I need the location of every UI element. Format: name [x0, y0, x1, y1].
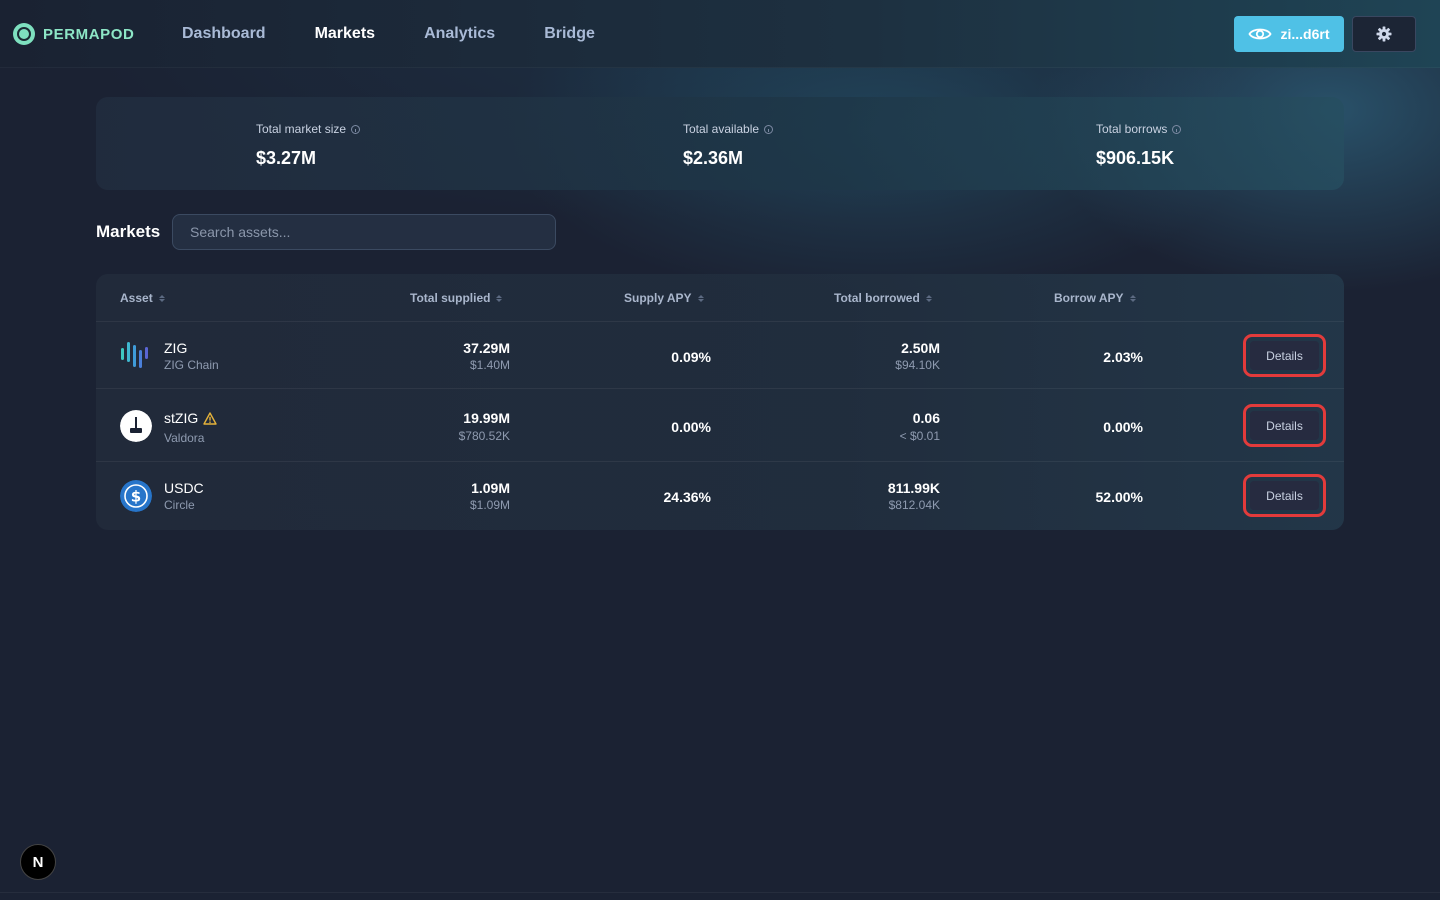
details-button[interactable]: Details	[1250, 411, 1319, 440]
stat-total-market-size: Total market size $3.27M	[256, 122, 361, 169]
column-borrow-apy[interactable]: Borrow APY	[1054, 291, 1136, 305]
dev-tools-badge[interactable]: N	[20, 844, 56, 880]
details-button[interactable]: Details	[1250, 481, 1319, 510]
zig-icon	[121, 342, 148, 368]
main-nav: Dashboard Markets Analytics Bridge	[182, 25, 644, 43]
stat-label: Total market size	[256, 122, 347, 136]
stzig-icon	[120, 410, 152, 442]
markets-heading: Markets	[96, 222, 161, 241]
wallet-button[interactable]: zi...d6rt	[1234, 16, 1344, 52]
info-icon[interactable]	[1172, 124, 1182, 134]
stat-value: $2.36M	[683, 148, 744, 168]
info-icon[interactable]	[764, 124, 774, 134]
eye-icon	[1248, 28, 1273, 40]
table-header: Asset Total supplied Supply APY Total bo…	[96, 274, 1344, 322]
supply-apy: 24.36%	[663, 489, 711, 505]
stat-label: Total borrows	[1096, 122, 1168, 136]
total-borrowed-usd: $94.10K	[895, 358, 940, 372]
column-supply-apy[interactable]: Supply APY	[624, 291, 704, 305]
table-row-stzig[interactable]: stZIG Valdora 19.99M $780.52K 0.00% 0.06…	[96, 389, 1344, 462]
footer-divider	[0, 892, 1440, 893]
market-stats-card: Total market size $3.27M Total available…	[96, 97, 1344, 190]
table-row-usdc[interactable]: $ USDC Circle 1.09M $1.09M 24.36% 811.99…	[96, 462, 1344, 530]
total-borrowed: 0.06	[912, 410, 940, 426]
total-supplied-usd: $1.09M	[469, 498, 510, 512]
nav-bridge[interactable]: Bridge	[544, 25, 595, 43]
nav-analytics[interactable]: Analytics	[424, 25, 495, 43]
total-borrowed: 2.50M	[901, 340, 940, 356]
wallet-address: zi...d6rt	[1280, 26, 1330, 42]
brand-name: PERMAPOD	[43, 25, 135, 43]
asset-symbol: ZIG	[164, 340, 188, 356]
details-highlight: Details	[1243, 334, 1326, 377]
settings-button[interactable]	[1352, 16, 1416, 52]
borrow-apy: 0.00%	[1103, 419, 1143, 435]
sort-icon	[158, 294, 165, 302]
top-navbar: PERMAPOD Dashboard Markets Analytics Bri…	[0, 0, 1440, 68]
stat-label: Total available	[683, 122, 760, 136]
warning-icon[interactable]	[203, 411, 217, 425]
details-button[interactable]: Details	[1250, 341, 1319, 370]
borrow-apy: 2.03%	[1103, 349, 1143, 365]
column-total-supplied[interactable]: Total supplied	[410, 291, 503, 305]
total-borrowed-usd: $812.04K	[888, 498, 940, 512]
stat-value: $3.27M	[256, 148, 317, 168]
total-supplied-usd: $1.40M	[469, 358, 510, 372]
nav-markets[interactable]: Markets	[315, 25, 375, 43]
total-borrowed-usd: < $0.01	[899, 429, 940, 443]
stat-total-available: Total available $2.36M	[683, 122, 774, 169]
sort-icon	[925, 294, 932, 302]
sort-icon	[697, 294, 704, 302]
table-row-zig[interactable]: ZIG ZIG Chain 37.29M $1.40M 0.09% 2.50M …	[96, 322, 1344, 389]
total-supplied: 37.29M	[463, 340, 510, 356]
info-icon[interactable]	[351, 124, 361, 134]
brand-logo[interactable]: PERMAPOD	[13, 23, 134, 45]
gear-icon	[1376, 26, 1392, 42]
supply-apy: 0.00%	[671, 419, 711, 435]
asset-name: Valdora	[164, 431, 205, 445]
asset-symbol: stZIG	[164, 410, 217, 426]
sort-icon	[1129, 294, 1136, 302]
asset-name: Circle	[164, 498, 195, 512]
sort-icon	[496, 294, 503, 302]
permapod-logo-icon	[13, 23, 35, 45]
total-supplied-usd: $780.52K	[458, 429, 510, 443]
asset-symbol: USDC	[164, 480, 204, 496]
column-total-borrowed[interactable]: Total borrowed	[834, 291, 932, 305]
stat-total-borrows: Total borrows $906.15K	[1096, 122, 1182, 169]
stat-value: $906.15K	[1096, 148, 1175, 168]
total-supplied: 1.09M	[471, 480, 510, 496]
nav-dashboard[interactable]: Dashboard	[182, 25, 266, 43]
column-asset[interactable]: Asset	[120, 291, 165, 305]
asset-name: ZIG Chain	[164, 358, 219, 372]
usdc-icon: $	[120, 480, 152, 512]
total-supplied: 19.99M	[463, 410, 510, 426]
details-highlight: Details	[1243, 474, 1326, 517]
svg-text:$: $	[131, 488, 141, 506]
supply-apy: 0.09%	[671, 349, 711, 365]
search-assets-input[interactable]	[172, 214, 556, 250]
total-borrowed: 811.99K	[887, 480, 940, 496]
markets-table: Asset Total supplied Supply APY Total bo…	[96, 274, 1344, 530]
borrow-apy: 52.00%	[1095, 489, 1143, 505]
details-highlight: Details	[1243, 404, 1326, 447]
